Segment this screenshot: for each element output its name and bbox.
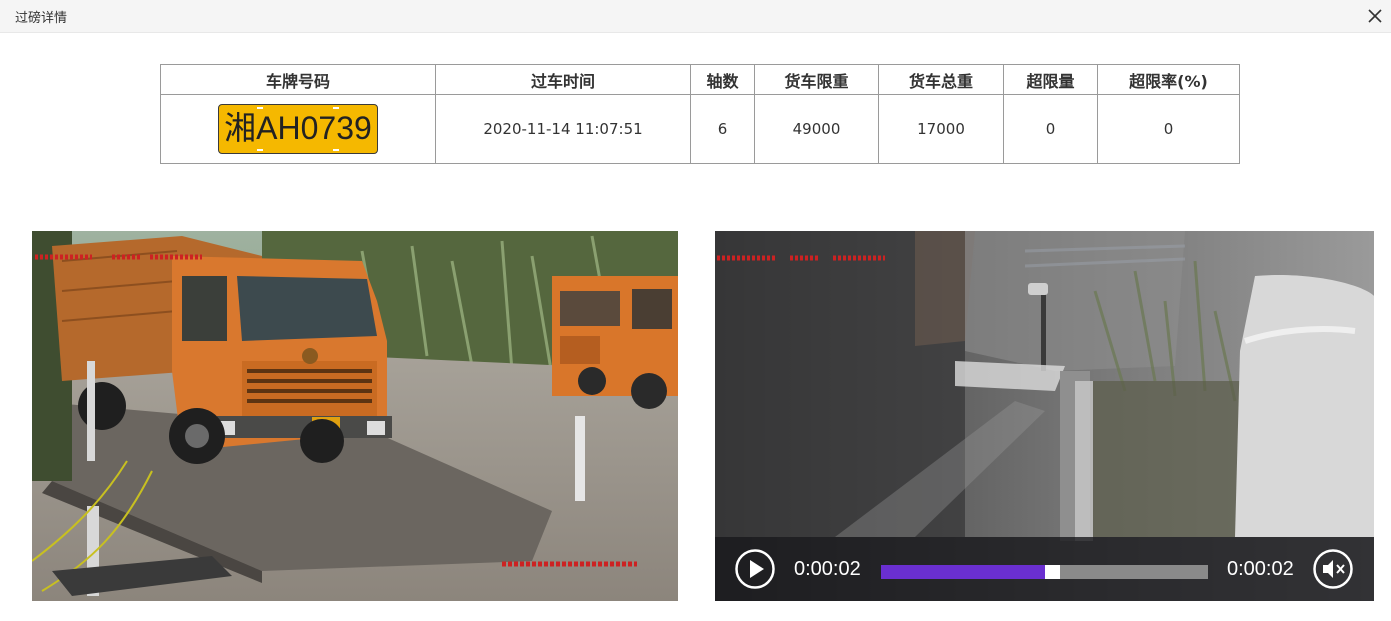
weighing-info-table: 车牌号码 过车时间 轴数 货车限重 货车总重 超限量 超限率(%) 湘AH073… bbox=[160, 64, 1240, 164]
video-progress-handle[interactable] bbox=[1045, 565, 1060, 579]
header-overload-amount: 超限量 bbox=[1003, 64, 1098, 95]
license-plate-text: 湘AH0739 bbox=[224, 110, 372, 146]
plate-cell: 湘AH0739 bbox=[160, 94, 436, 164]
video-progress-bar[interactable] bbox=[881, 565, 1208, 579]
table-header-row: 车牌号码 过车时间 轴数 货车限重 货车总重 超限量 超限率(%) bbox=[160, 64, 1240, 95]
header-weight-limit: 货车限重 bbox=[754, 64, 879, 95]
video-player[interactable]: 0:00:02 0:00:02 bbox=[715, 231, 1374, 601]
license-plate-badge: 湘AH0739 bbox=[218, 104, 378, 154]
video-controls: 0:00:02 0:00:02 bbox=[715, 537, 1374, 601]
header-total-weight: 货车总重 bbox=[878, 64, 1004, 95]
video-progress-fill bbox=[881, 565, 1045, 579]
header-plate-number: 车牌号码 bbox=[160, 64, 436, 95]
overload-rate-cell: 0 bbox=[1097, 94, 1240, 164]
play-icon[interactable] bbox=[735, 549, 775, 589]
axle-count-cell: 6 bbox=[690, 94, 755, 164]
current-time: 0:00:02 bbox=[794, 558, 861, 580]
total-weight-cell: 17000 bbox=[878, 94, 1004, 164]
dialog-title: 过磅详情 bbox=[15, 11, 68, 26]
header-pass-time: 过车时间 bbox=[435, 64, 691, 95]
duration-time: 0:00:02 bbox=[1227, 558, 1294, 580]
pass-time-cell: 2020-11-14 11:07:51 bbox=[435, 94, 691, 164]
truck-scene-illustration bbox=[32, 231, 678, 601]
weight-limit-cell: 49000 bbox=[754, 94, 879, 164]
header-overload-rate: 超限率(%) bbox=[1097, 64, 1240, 95]
overload-amount-cell: 0 bbox=[1003, 94, 1098, 164]
truck-snapshot-image bbox=[32, 231, 678, 601]
dialog-titlebar: 过磅详情 bbox=[0, 0, 1391, 33]
header-axle-count: 轴数 bbox=[690, 64, 755, 95]
table-row: 湘AH0739 2020-11-14 11:07:51 6 49000 1700… bbox=[160, 94, 1240, 164]
mute-icon[interactable] bbox=[1313, 549, 1353, 589]
close-icon[interactable] bbox=[1365, 6, 1385, 26]
